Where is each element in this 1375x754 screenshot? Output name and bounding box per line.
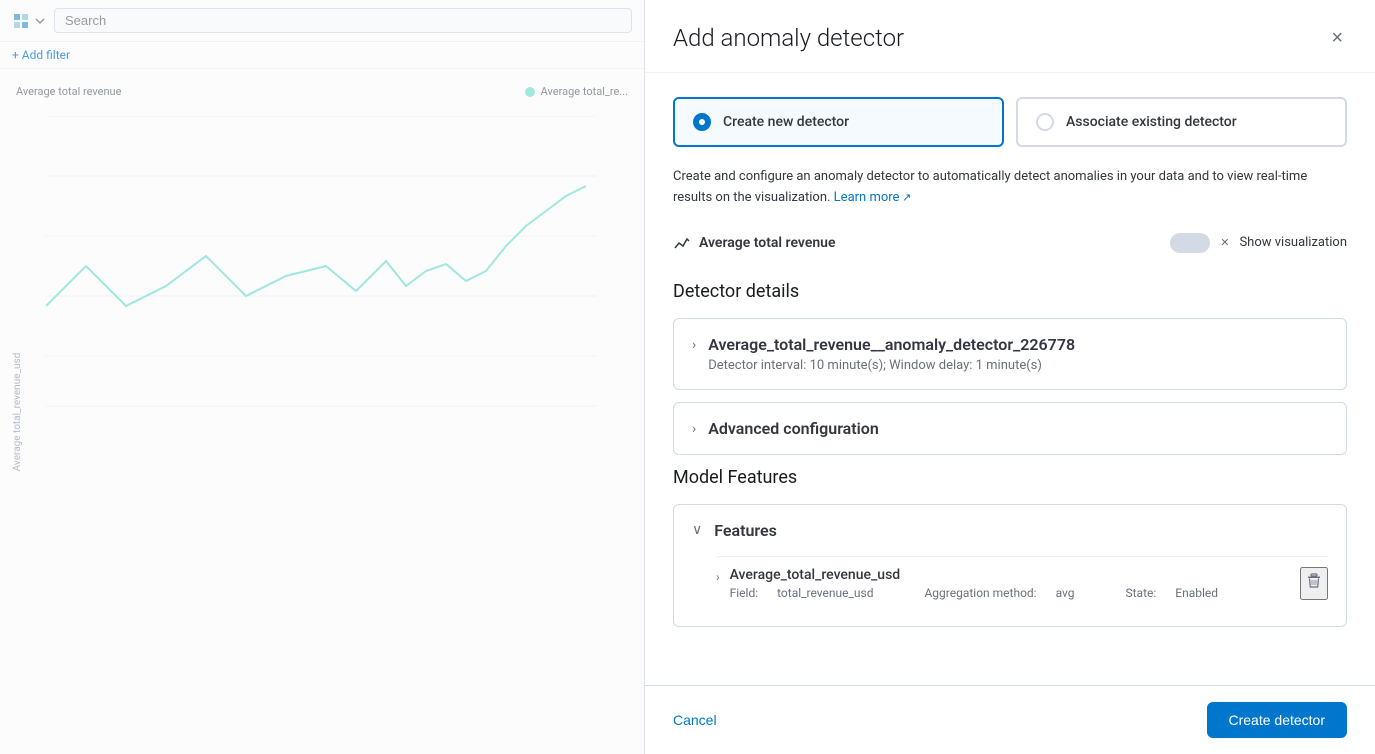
viz-title: Average total revenue	[699, 235, 836, 251]
legend-dot	[525, 87, 535, 97]
modal-footer: Cancel Create detector	[645, 685, 1375, 754]
feature-details: Average_total_revenue_usd Field: total_r…	[730, 567, 1250, 600]
viz-label: Average total revenue	[673, 234, 836, 252]
features-header[interactable]: ∨ Features	[674, 505, 1346, 556]
state-label: State: Enabled	[1125, 586, 1234, 600]
detector-info: Detector interval: 10 minute(s); Window …	[708, 358, 1328, 373]
features-card: ∨ Features › Average_total_revenue_usd F…	[673, 504, 1347, 627]
show-viz-label: Show visualization	[1239, 235, 1347, 250]
advanced-config-header[interactable]: › Advanced configuration	[674, 403, 1346, 454]
description-text: Create and configure an anomaly detector…	[673, 167, 1347, 209]
toolbar	[0, 0, 644, 42]
detector-details-chevron-icon: ›	[692, 337, 696, 353]
add-filter-link[interactable]: + Add filter	[12, 48, 70, 62]
close-button[interactable]: ×	[1327, 24, 1347, 52]
create-new-radio	[693, 113, 711, 131]
chart-legend: Average total_re...	[525, 85, 628, 98]
chart-svg: 100 80 60 40 20 0 12:30 13:00 13:30 14:0…	[46, 116, 596, 416]
detector-name: Average_total_revenue__anomaly_detector_…	[708, 335, 1328, 354]
detector-type-row: Create new detector Associate existing d…	[673, 97, 1347, 147]
chart-container: Average total revenue Average total_re..…	[0, 69, 644, 754]
learn-more-link[interactable]: Learn more	[834, 190, 912, 205]
detector-details-card: › Average_total_revenue__anomaly_detecto…	[673, 318, 1347, 390]
feature-meta: Field: total_revenue_usd Aggregation met…	[730, 586, 1250, 600]
features-body: › Average_total_revenue_usd Field: total…	[674, 556, 1346, 626]
features-chevron-down-icon: ∨	[692, 522, 702, 538]
modal-title: Add anomaly detector	[673, 24, 904, 52]
visualization-row: Average total revenue ✕ Show visualizati…	[673, 229, 1347, 257]
feature-row: › Average_total_revenue_usd Field: total…	[716, 556, 1328, 610]
feature-expand-icon[interactable]: ›	[716, 570, 720, 584]
advanced-config-title: Advanced configuration	[708, 419, 1328, 438]
toggle-x-icon: ✕	[1220, 236, 1229, 249]
app-logo-icon	[12, 12, 30, 30]
modal-header: Add anomaly detector ×	[645, 0, 1375, 73]
search-input[interactable]	[54, 8, 632, 33]
feature-row-left: › Average_total_revenue_usd Field: total…	[716, 567, 1250, 600]
field-label: Field: total_revenue_usd	[730, 586, 893, 600]
modal-panel: Add anomaly detector × Create new detect…	[645, 0, 1375, 754]
create-new-option[interactable]: Create new detector	[673, 97, 1004, 147]
model-features-section-title: Model Features	[673, 467, 1347, 488]
logo-area	[12, 12, 46, 30]
show-viz-toggle[interactable]	[1170, 233, 1210, 253]
chart-icon	[673, 234, 691, 252]
modal-body: Create new detector Associate existing d…	[645, 73, 1375, 685]
features-title: Features	[714, 521, 777, 540]
associate-existing-label: Associate existing detector	[1066, 114, 1237, 130]
aggregation-label: Aggregation method: avg	[924, 586, 1093, 600]
detector-details-section-title: Detector details	[673, 281, 1347, 302]
filter-bar: + Add filter	[0, 42, 644, 69]
associate-existing-option[interactable]: Associate existing detector	[1016, 97, 1347, 147]
detector-details-content: Average_total_revenue__anomaly_detector_…	[708, 335, 1328, 373]
delete-feature-button[interactable]	[1300, 567, 1328, 600]
advanced-config-content: Advanced configuration	[708, 419, 1328, 438]
feature-name: Average_total_revenue_usd	[730, 567, 1250, 583]
trash-icon	[1306, 573, 1322, 589]
chart-panel: + Add filter Average total revenue Avera…	[0, 0, 645, 754]
associate-existing-radio	[1036, 113, 1054, 131]
detector-details-header[interactable]: › Average_total_revenue__anomaly_detecto…	[674, 319, 1346, 389]
model-features-section: Model Features ∨ Features › Average_tota…	[673, 467, 1347, 627]
legend-label: Average total_re...	[541, 85, 628, 98]
y-axis-label: Average total_revenue_usd	[12, 352, 23, 471]
show-viz-row: ✕ Show visualization	[1170, 233, 1347, 253]
advanced-config-chevron-icon: ›	[692, 421, 696, 437]
advanced-config-card: › Advanced configuration	[673, 402, 1347, 455]
chevron-down-icon	[34, 15, 46, 27]
cancel-button[interactable]: Cancel	[673, 704, 717, 736]
create-new-label: Create new detector	[723, 114, 849, 130]
create-detector-button[interactable]: Create detector	[1207, 702, 1348, 738]
